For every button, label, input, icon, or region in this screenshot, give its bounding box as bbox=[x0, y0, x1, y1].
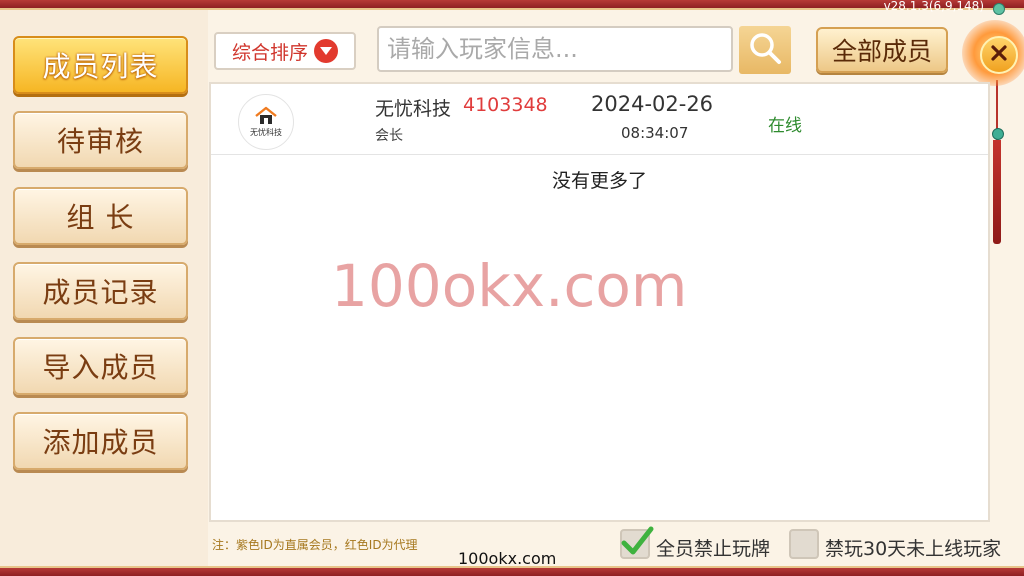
bottom-border bbox=[0, 566, 1024, 576]
avatar-label: 无忧科技 bbox=[250, 128, 282, 137]
ban-inactive-label: 禁玩30天未上线玩家 bbox=[825, 538, 1002, 560]
member-id: 4103348 bbox=[463, 94, 548, 116]
chevron-down-icon bbox=[314, 39, 338, 63]
sidebar-item-import-members[interactable]: 导入成员 bbox=[13, 337, 188, 395]
house-icon bbox=[255, 106, 277, 124]
sidebar-item-member-list[interactable]: 成员列表 bbox=[13, 36, 188, 94]
close-icon bbox=[990, 44, 1008, 66]
member-list-panel: 无忧科技 无忧科技 4103348 会长 2024-02-26 08:34:07… bbox=[209, 82, 990, 522]
ban-all-label: 全员禁止玩牌 bbox=[656, 538, 771, 560]
checkmark-icon bbox=[621, 526, 654, 555]
footer-note: 注：紫色ID为直属会员，红色ID为代理 bbox=[212, 538, 418, 552]
table-row[interactable]: 无忧科技 无忧科技 4103348 会长 2024-02-26 08:34:07… bbox=[211, 84, 988, 155]
sidebar-item-add-member[interactable]: 添加成员 bbox=[13, 412, 188, 470]
sort-label: 综合排序 bbox=[231, 41, 308, 64]
member-name: 无忧科技 bbox=[375, 98, 452, 120]
sort-dropdown[interactable]: 综合排序 bbox=[214, 32, 356, 70]
version-label: v28.1.3(6,9,148) bbox=[883, 0, 984, 13]
member-time: 08:34:07 bbox=[621, 124, 689, 142]
top-border bbox=[0, 0, 1024, 10]
member-role: 会长 bbox=[375, 128, 403, 144]
all-members-button[interactable]: 全部成员 bbox=[816, 27, 948, 73]
list-end-text: 没有更多了 bbox=[551, 170, 647, 192]
close-button[interactable] bbox=[980, 36, 1018, 74]
watermark: 100okx.com bbox=[331, 252, 688, 320]
ban-all-checkbox[interactable] bbox=[620, 526, 654, 559]
search-icon bbox=[748, 31, 782, 69]
member-date: 2024-02-26 bbox=[591, 92, 714, 116]
bead-decoration bbox=[993, 3, 1005, 15]
tassel-decoration bbox=[993, 140, 1001, 244]
search-input[interactable] bbox=[377, 26, 733, 72]
sidebar-item-group-leader[interactable]: 组 长 bbox=[13, 187, 188, 245]
search-button[interactable] bbox=[739, 26, 791, 74]
avatar: 无忧科技 bbox=[238, 94, 294, 150]
knot-decoration bbox=[992, 128, 1004, 140]
sidebar-item-pending-review[interactable]: 待审核 bbox=[13, 111, 188, 169]
status-badge: 在线 bbox=[768, 116, 802, 136]
sidebar-item-member-records[interactable]: 成员记录 bbox=[13, 262, 188, 320]
sidebar: 成员列表 待审核 组 长 成员记录 导入成员 添加成员 bbox=[0, 10, 208, 566]
ban-inactive-checkbox[interactable] bbox=[789, 529, 819, 559]
